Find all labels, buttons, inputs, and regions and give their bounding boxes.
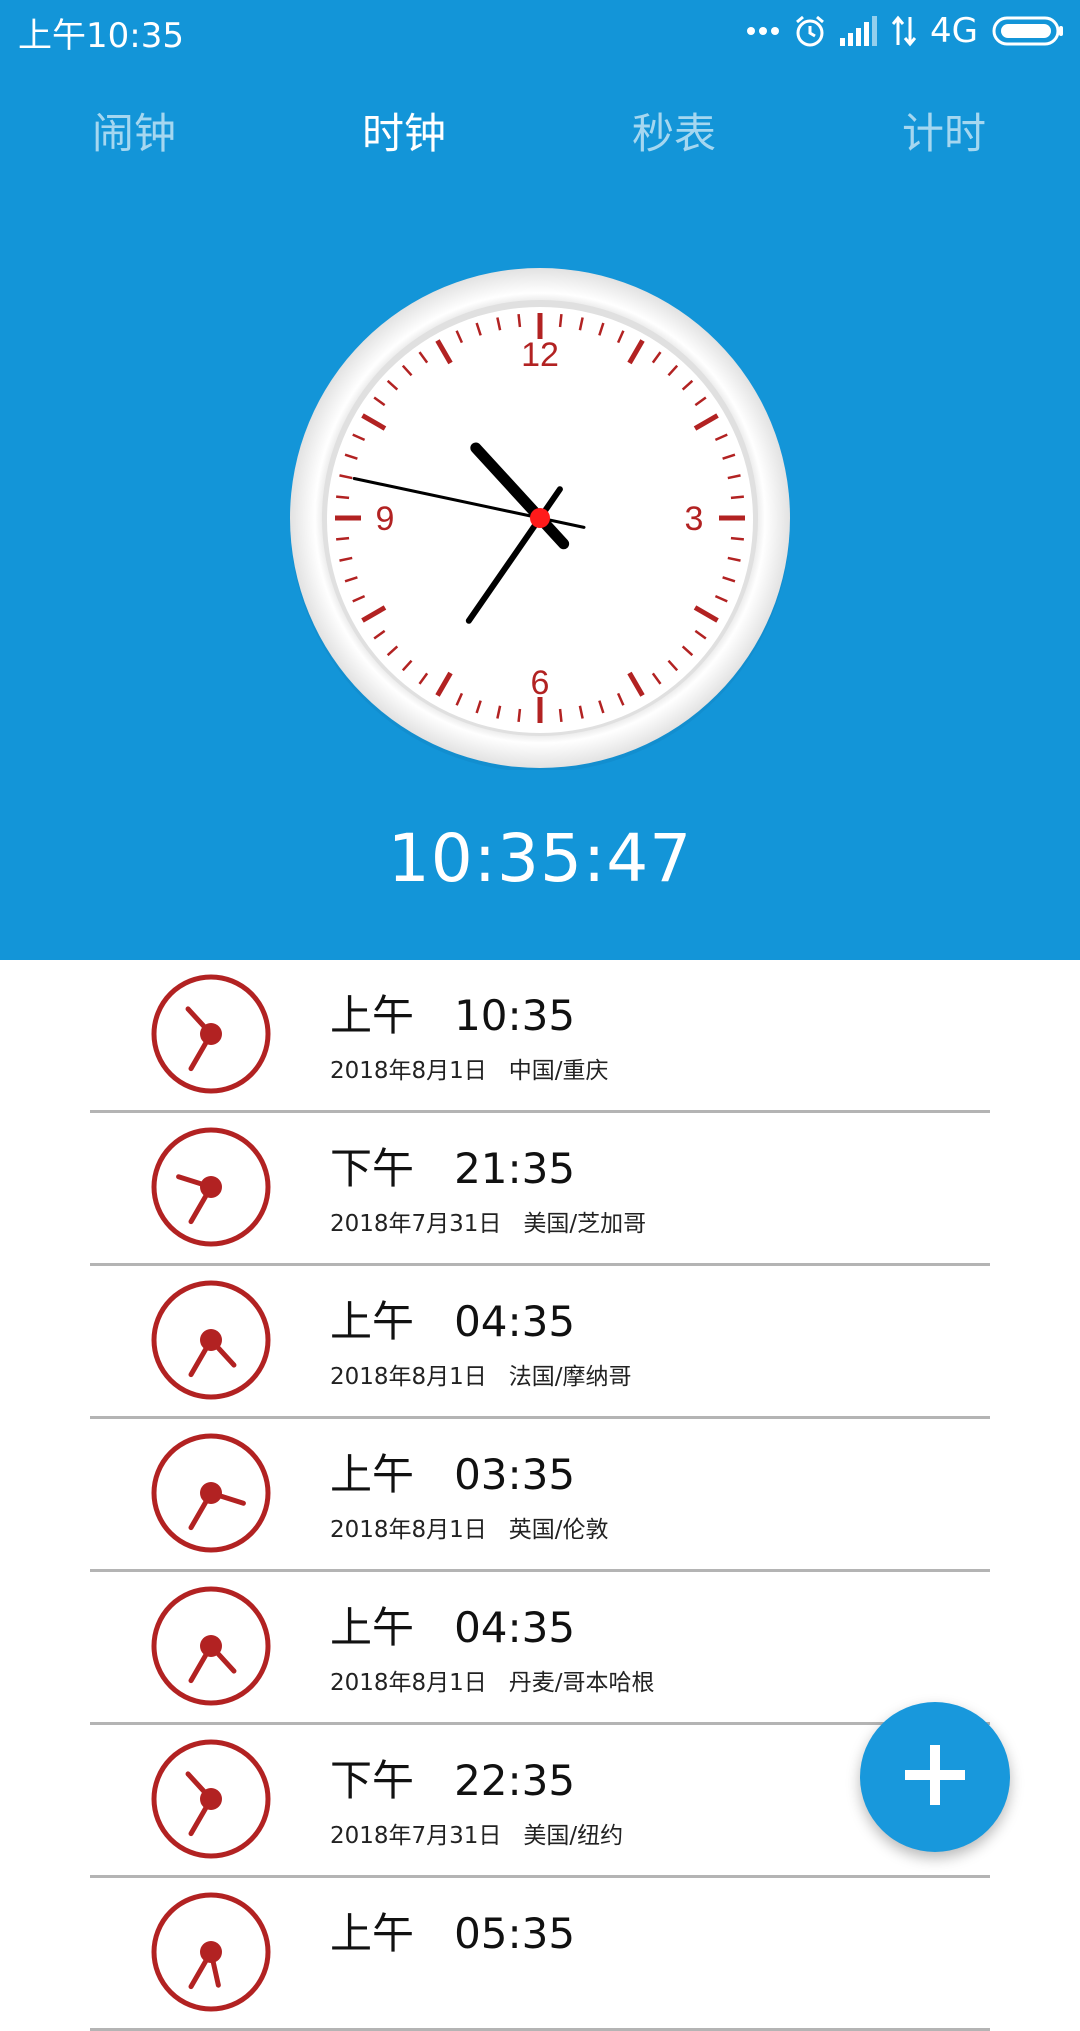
mini-clock-icon [151,1892,271,2012]
mini-clock-icon [151,1739,271,1859]
tab-timer[interactable]: 计时 [864,100,1024,161]
row-date-city: 2018年8月1日 法国/摩纳哥 [330,1364,632,1390]
minor-tick [730,495,745,500]
mini-clock-icon [151,974,271,1094]
mini-clock-icon [151,1127,271,1247]
minor-tick [335,495,350,500]
tab-alarm[interactable]: 闹钟 [54,100,214,161]
row-date-city [330,1969,352,1995]
minor-tick [558,708,563,723]
list-item[interactable]: 上午 04:35 2018年8月1日 法国/摩纳哥 [90,1266,990,1419]
list-item[interactable]: 上午 04:35 2018年8月1日 丹麦/哥本哈根 [90,1572,990,1725]
status-bar: 上午10:35 4G [0,0,1080,62]
digital-time: 10:35:47 [387,820,693,897]
network-type: 4G [930,11,978,51]
row-date-city: 2018年7月31日 美国/纽约 [330,1823,624,1849]
battery-icon [992,16,1064,46]
dial-number-3: 3 [685,500,704,538]
row-time: 下午 22:35 [330,1756,576,1805]
list-item[interactable]: 上午 10:35 2018年8月1日 中国/重庆 [90,960,990,1113]
row-time: 上午 04:35 [330,1603,576,1652]
mini-clock-icon [151,1586,271,1706]
list-item[interactable]: 下午 22:35 2018年7月31日 美国/纽约 [90,1725,990,1878]
minor-tick [730,536,745,541]
clock-center-pin [530,508,550,528]
row-time: 上午 04:35 [330,1297,576,1346]
row-time: 上午 05:35 [330,1909,576,1958]
minor-tick [517,708,522,723]
header-area: 上午10:35 4G 闹钟 时钟 秒表 计时 12 3 6 9 10:35:47 [0,0,1080,960]
data-arrows-icon [892,15,917,47]
row-time: 上午 10:35 [330,991,576,1040]
minor-tick [558,313,563,328]
mini-clock-icon [151,1280,271,1400]
row-date-city: 2018年7月31日 美国/芝加哥 [330,1211,647,1237]
plus-icon [903,1743,967,1811]
row-date-city: 2018年8月1日 丹麦/哥本哈根 [330,1670,655,1696]
analog-clock: 12 3 6 9 [290,268,790,770]
status-time: 上午10:35 [18,16,184,56]
row-date-city: 2018年8月1日 中国/重庆 [330,1058,609,1084]
row-time: 下午 21:35 [330,1144,576,1193]
minor-tick [335,536,350,541]
mini-clock-icon [151,1433,271,1553]
alarm-icon [794,14,826,48]
status-icons: 4G [746,10,1064,52]
list-item[interactable]: 上午 05:35 [90,1878,990,2031]
minor-tick [517,313,522,328]
list-item[interactable]: 下午 21:35 2018年7月31日 美国/芝加哥 [90,1113,990,1266]
row-time: 上午 03:35 [330,1450,576,1499]
tab-stopwatch[interactable]: 秒表 [594,100,754,161]
dial-number-12: 12 [521,336,559,374]
dial-number-6: 6 [531,664,550,702]
add-city-button[interactable] [860,1702,1010,1852]
tab-clock[interactable]: 时钟 [324,100,484,161]
more-dots-icon [746,25,780,37]
row-date-city: 2018年8月1日 英国/伦敦 [330,1517,609,1543]
tab-bar: 闹钟 时钟 秒表 计时 [0,100,1080,170]
dial-number-9: 9 [376,500,395,538]
list-item[interactable]: 上午 03:35 2018年8月1日 英国/伦敦 [90,1419,990,1572]
signal-icon [840,16,878,46]
